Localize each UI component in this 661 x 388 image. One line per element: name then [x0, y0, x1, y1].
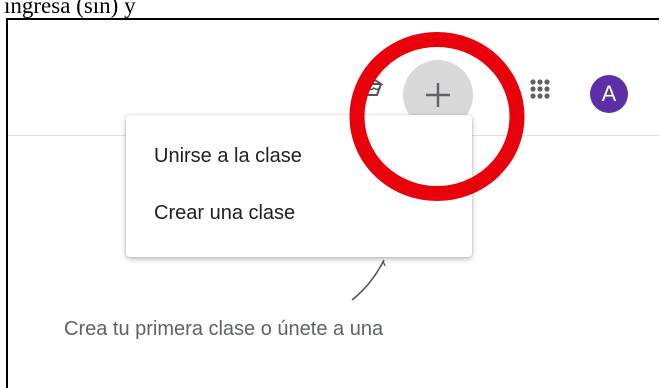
avatar[interactable]: A [590, 75, 628, 113]
caption-text: ingresa (sin) y [4, 0, 136, 18]
menu-item-create-class[interactable]: Crear una clase [154, 202, 295, 225]
annotation-circle [346, 28, 528, 205]
avatar-letter: A [601, 81, 617, 106]
apps-grid-icon[interactable] [530, 79, 550, 99]
decorative-illustration [348, 258, 388, 302]
app-window: A Unirse a la clase Crear una clase Crea… [6, 18, 659, 388]
menu-item-join-class[interactable]: Unirse a la clase [154, 145, 302, 168]
empty-state-text: Crea tu primera clase o únete a una [64, 318, 384, 340]
